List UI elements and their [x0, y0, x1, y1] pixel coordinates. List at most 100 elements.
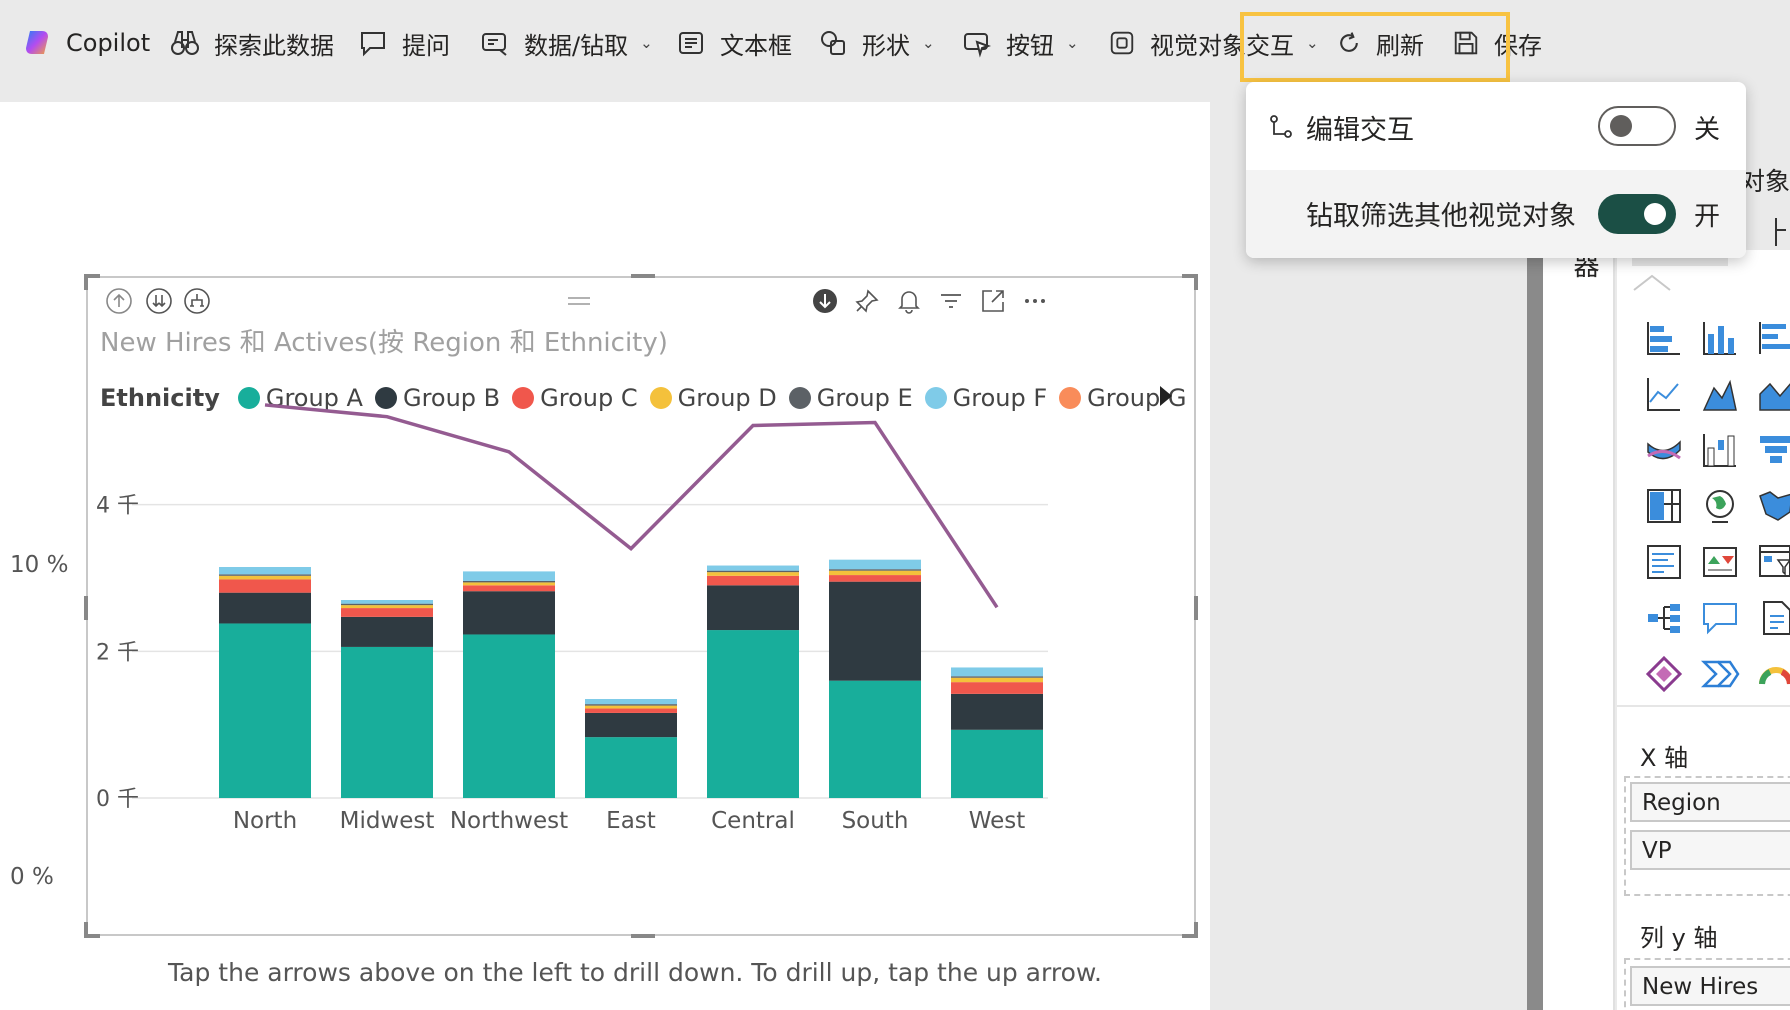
x-axis-field-vp[interactable]: VP — [1630, 830, 1790, 870]
resize-handle[interactable] — [631, 934, 655, 938]
bar-segment[interactable] — [341, 646, 433, 798]
area-chart-icon[interactable] — [1692, 366, 1748, 422]
drill-filter-row[interactable]: 钻取筛选其他视觉对象 开 — [1246, 170, 1746, 258]
visual-interaction-icon — [1110, 31, 1134, 55]
x-axis-field-region[interactable]: Region — [1630, 782, 1790, 822]
bar-segment[interactable] — [829, 680, 921, 798]
bar-segment[interactable] — [463, 571, 555, 581]
bar-segment[interactable] — [707, 585, 799, 631]
bar-segment[interactable] — [341, 605, 433, 609]
bar-segment[interactable] — [341, 603, 433, 606]
bar-segment[interactable] — [585, 737, 677, 798]
bar-segment[interactable] — [219, 579, 311, 593]
waterfall-chart-icon[interactable] — [1692, 422, 1748, 478]
power-automate-icon[interactable] — [1692, 646, 1748, 702]
bar-segment[interactable] — [219, 567, 311, 575]
resize-handle[interactable] — [1194, 596, 1198, 620]
button-insert-button[interactable]: 按钮 ⌄ — [962, 10, 1079, 76]
bar-segment[interactable] — [341, 616, 433, 647]
visual-interaction-highlight — [1240, 12, 1510, 82]
bar-segment[interactable] — [341, 608, 433, 617]
bar-segment[interactable] — [585, 704, 677, 706]
button-icon — [964, 33, 992, 58]
bar-segment[interactable] — [585, 705, 677, 709]
bar-segment[interactable] — [585, 708, 677, 713]
line-chart-icon[interactable] — [1636, 366, 1692, 422]
bar-segment[interactable] — [829, 581, 921, 681]
textbox-button[interactable]: 文本框 — [676, 10, 792, 76]
data-drill-button[interactable]: 数据/钻取 ⌄ — [480, 10, 653, 76]
stacked-bar-chart-icon[interactable] — [1636, 310, 1692, 366]
bar-segment[interactable] — [463, 580, 555, 583]
pane-caret-icon — [1633, 274, 1671, 291]
bar-segment[interactable] — [829, 570, 921, 576]
explore-data-label: 探索此数据 — [214, 31, 334, 60]
resize-handle[interactable] — [1194, 274, 1198, 290]
resize-handle[interactable] — [631, 274, 655, 278]
drill-filter-toggle[interactable] — [1598, 194, 1676, 234]
bar-segment[interactable] — [585, 712, 677, 738]
resize-handle[interactable] — [84, 274, 88, 290]
bar-segment[interactable] — [707, 575, 799, 586]
clustered-bar-chart-icon[interactable] — [1748, 310, 1790, 366]
explore-data-button[interactable]: 探索此数据 — [170, 10, 334, 76]
column-y-axis-field-new-hires[interactable]: New Hires — [1630, 966, 1790, 1006]
bar-segment[interactable] — [463, 634, 555, 798]
bar-segment[interactable] — [219, 575, 311, 580]
shapes-button[interactable]: 形状 ⌄ — [818, 10, 935, 76]
bar-segment[interactable] — [585, 699, 677, 705]
map-globe-icon[interactable] — [1692, 478, 1748, 534]
table-visual-icon[interactable] — [1636, 534, 1692, 590]
ribbon-chart-icon[interactable] — [1636, 422, 1692, 478]
edit-interaction-toggle[interactable] — [1598, 106, 1676, 146]
visual-interaction-flyout: 编辑交互 关 钻取筛选其他视觉对象 开 — [1246, 82, 1746, 258]
bar-segment[interactable] — [219, 574, 311, 576]
bar-segment[interactable] — [707, 572, 799, 576]
bar-segment[interactable] — [707, 565, 799, 571]
treemap-icon[interactable] — [1636, 478, 1692, 534]
resize-handle[interactable] — [1194, 922, 1198, 938]
bar-segment[interactable] — [829, 569, 921, 571]
bar-segment[interactable] — [707, 570, 799, 573]
smart-narrative-icon[interactable] — [1748, 590, 1790, 646]
bar-segment[interactable] — [951, 676, 1043, 678]
stacked-column-chart-icon[interactable] — [1692, 310, 1748, 366]
copilot-icon — [26, 31, 48, 54]
bar-segment[interactable] — [829, 575, 921, 582]
filled-map-icon[interactable] — [1748, 478, 1790, 534]
slicer-icon[interactable] — [1748, 534, 1790, 590]
ask-question-label: 提问 — [402, 31, 450, 60]
bar-segment[interactable] — [951, 729, 1043, 798]
bar-segment[interactable] — [341, 600, 433, 604]
funnel-chart-icon[interactable] — [1748, 422, 1790, 478]
bar-segment[interactable] — [707, 630, 799, 798]
qa-visual-icon[interactable] — [1692, 590, 1748, 646]
column-line-visual[interactable]: New Hires 和 Actives(按 Region 和 Ethnicity… — [84, 274, 1198, 938]
bar-segment[interactable] — [951, 682, 1043, 694]
bar-segment[interactable] — [829, 559, 921, 570]
x-tick-label: South — [842, 808, 909, 834]
bar-segment[interactable] — [219, 623, 311, 798]
resize-handle[interactable] — [84, 596, 88, 620]
power-apps-icon[interactable] — [1636, 646, 1692, 702]
edit-interaction-icon — [1270, 115, 1292, 138]
x-tick-label: Northwest — [450, 808, 568, 834]
copilot-button[interactable]: Copilot — [22, 10, 150, 76]
resize-handle[interactable] — [84, 922, 88, 938]
decomposition-tree-icon[interactable] — [1636, 590, 1692, 646]
bar-segment[interactable] — [463, 591, 555, 635]
bar-segment[interactable] — [951, 693, 1043, 730]
bar-segment[interactable] — [463, 582, 555, 586]
bar-segment[interactable] — [951, 677, 1043, 683]
stacked-area-chart-icon[interactable] — [1748, 366, 1790, 422]
chevron-down-icon: ⌄ — [922, 34, 935, 52]
kpi-icon[interactable] — [1692, 534, 1748, 590]
canvas-scrollbar[interactable] — [1527, 250, 1543, 1010]
edit-interaction-row[interactable]: 编辑交互 关 — [1246, 82, 1746, 170]
gauge-icon[interactable] — [1748, 646, 1790, 702]
bar-segment[interactable] — [463, 585, 555, 592]
bar-segment[interactable] — [219, 592, 311, 624]
bar-segment[interactable] — [951, 667, 1043, 677]
drill-instructions-caption: Tap the arrows above on the left to dril… — [168, 958, 1102, 987]
ask-question-button[interactable]: 提问 — [358, 10, 450, 76]
